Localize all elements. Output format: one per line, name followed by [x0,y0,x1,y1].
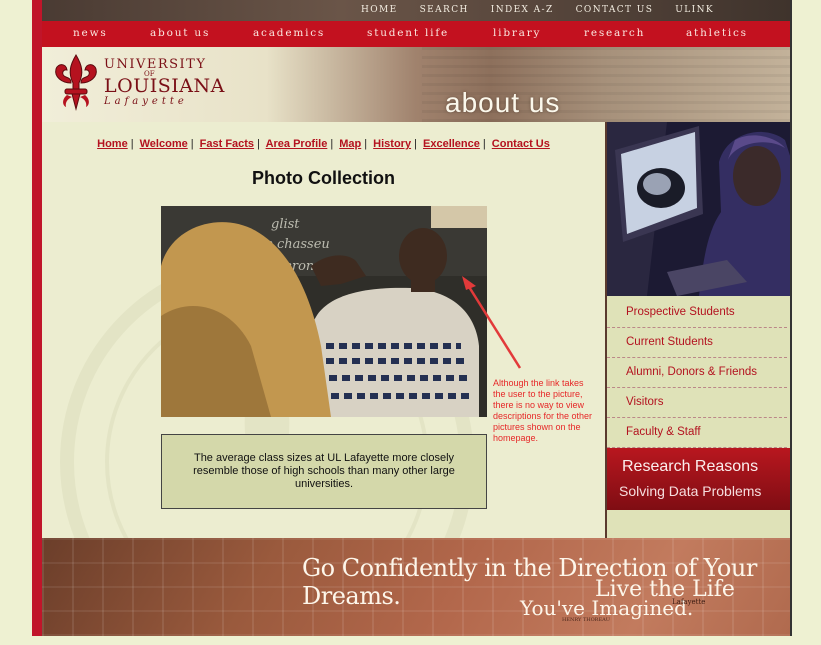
nav-research[interactable]: research [584,27,645,39]
util-link-search[interactable]: SEARCH [420,5,469,15]
fleur-de-lis-icon[interactable] [50,53,102,111]
photo-caption: The average class sizes at UL Lafayette … [161,434,487,509]
classroom-photo: glist le chasseu forgeron [161,206,487,417]
banner-attribution: HENRY THOREAU [562,617,610,623]
left-accent-stripe [32,0,42,636]
util-link-contact[interactable]: CONTACT US [576,5,654,15]
research-reasons-banner[interactable]: Research Reasons Solving Data Problems [607,448,790,510]
frame-right-edge [790,0,792,636]
logo-louisiana: LOUISIANA [104,75,225,97]
crumb-area-profile[interactable]: Area Profile [266,138,328,150]
section-heading: about us [445,87,561,118]
util-link-home[interactable]: HOME [361,5,398,15]
menu-visitors[interactable]: Visitors [607,388,787,418]
logo-lafayette: Lafayette [104,96,188,107]
annotation-note: Although the link takes the user to the … [493,378,593,443]
photo-caption-text: The average class sizes at UL Lafayette … [193,452,455,490]
util-link-ulink[interactable]: ULINK [675,5,714,15]
audience-menu: Prospective Students Current Students Al… [607,298,790,448]
main-nav: news about us academics student life lib… [42,21,790,47]
nav-library[interactable]: library [493,27,541,39]
nav-academics[interactable]: academics [253,27,325,39]
page-bottom-margin [0,636,821,645]
research-banner-subtitle: Solving Data Problems [619,483,762,499]
crumb-contact-us[interactable]: Contact Us [492,138,550,150]
annotation-arrow [462,276,522,369]
student-computer-photo [607,122,790,296]
research-banner-title: Research Reasons [622,458,759,475]
footer-banner: Go Confidently in the Direction of Your … [42,538,790,636]
menu-faculty-staff[interactable]: Faculty & Staff [607,418,787,448]
menu-alumni-donors-friends[interactable]: Alumni, Donors & Friends [607,358,787,388]
right-sidebar: Prospective Students Current Students Al… [605,122,790,538]
crumb-welcome[interactable]: Welcome [140,138,188,150]
banner-tag: Lafayette [672,598,706,606]
page-frame: HOME SEARCH INDEX A-Z CONTACT US ULINK n… [42,0,790,636]
crumb-separator: | [257,138,260,150]
crumb-history[interactable]: History [373,138,411,150]
page-title: Photo Collection [252,168,395,188]
crumb-map[interactable]: Map [339,138,361,150]
svg-text:glist: glist [271,217,300,232]
page-header: UNIVERSITY OF LOUISIANA Lafayette about … [42,47,790,122]
menu-current-students[interactable]: Current Students [607,328,787,358]
menu-prospective-students[interactable]: Prospective Students [607,298,787,328]
crumb-excellence[interactable]: Excellence [423,138,480,150]
crumb-separator: | [414,138,417,150]
main-content: Home | Welcome | Fast Facts | Area Profile |… [42,122,605,538]
crumb-home[interactable]: Home [97,138,128,150]
breadcrumb: Home | Welcome | Fast Facts | Area Profile |… [42,138,605,150]
crumb-separator: | [482,138,486,150]
crumb-separator: | [364,138,368,150]
nav-student-life[interactable]: student life [367,27,449,39]
crumb-separator: | [190,138,194,150]
crumb-separator: | [130,138,134,150]
page-margin [0,0,32,645]
util-link-index[interactable]: INDEX A-Z [491,5,554,15]
crumb-separator: | [330,138,334,150]
nav-about-us[interactable]: about us [150,27,210,39]
utility-bar: HOME SEARCH INDEX A-Z CONTACT US ULINK [42,0,790,21]
university-logo[interactable]: UNIVERSITY OF LOUISIANA Lafayette [104,57,225,107]
nav-athletics[interactable]: athletics [686,27,748,39]
crumb-fast-facts[interactable]: Fast Facts [200,138,254,150]
nav-news[interactable]: news [73,27,108,39]
